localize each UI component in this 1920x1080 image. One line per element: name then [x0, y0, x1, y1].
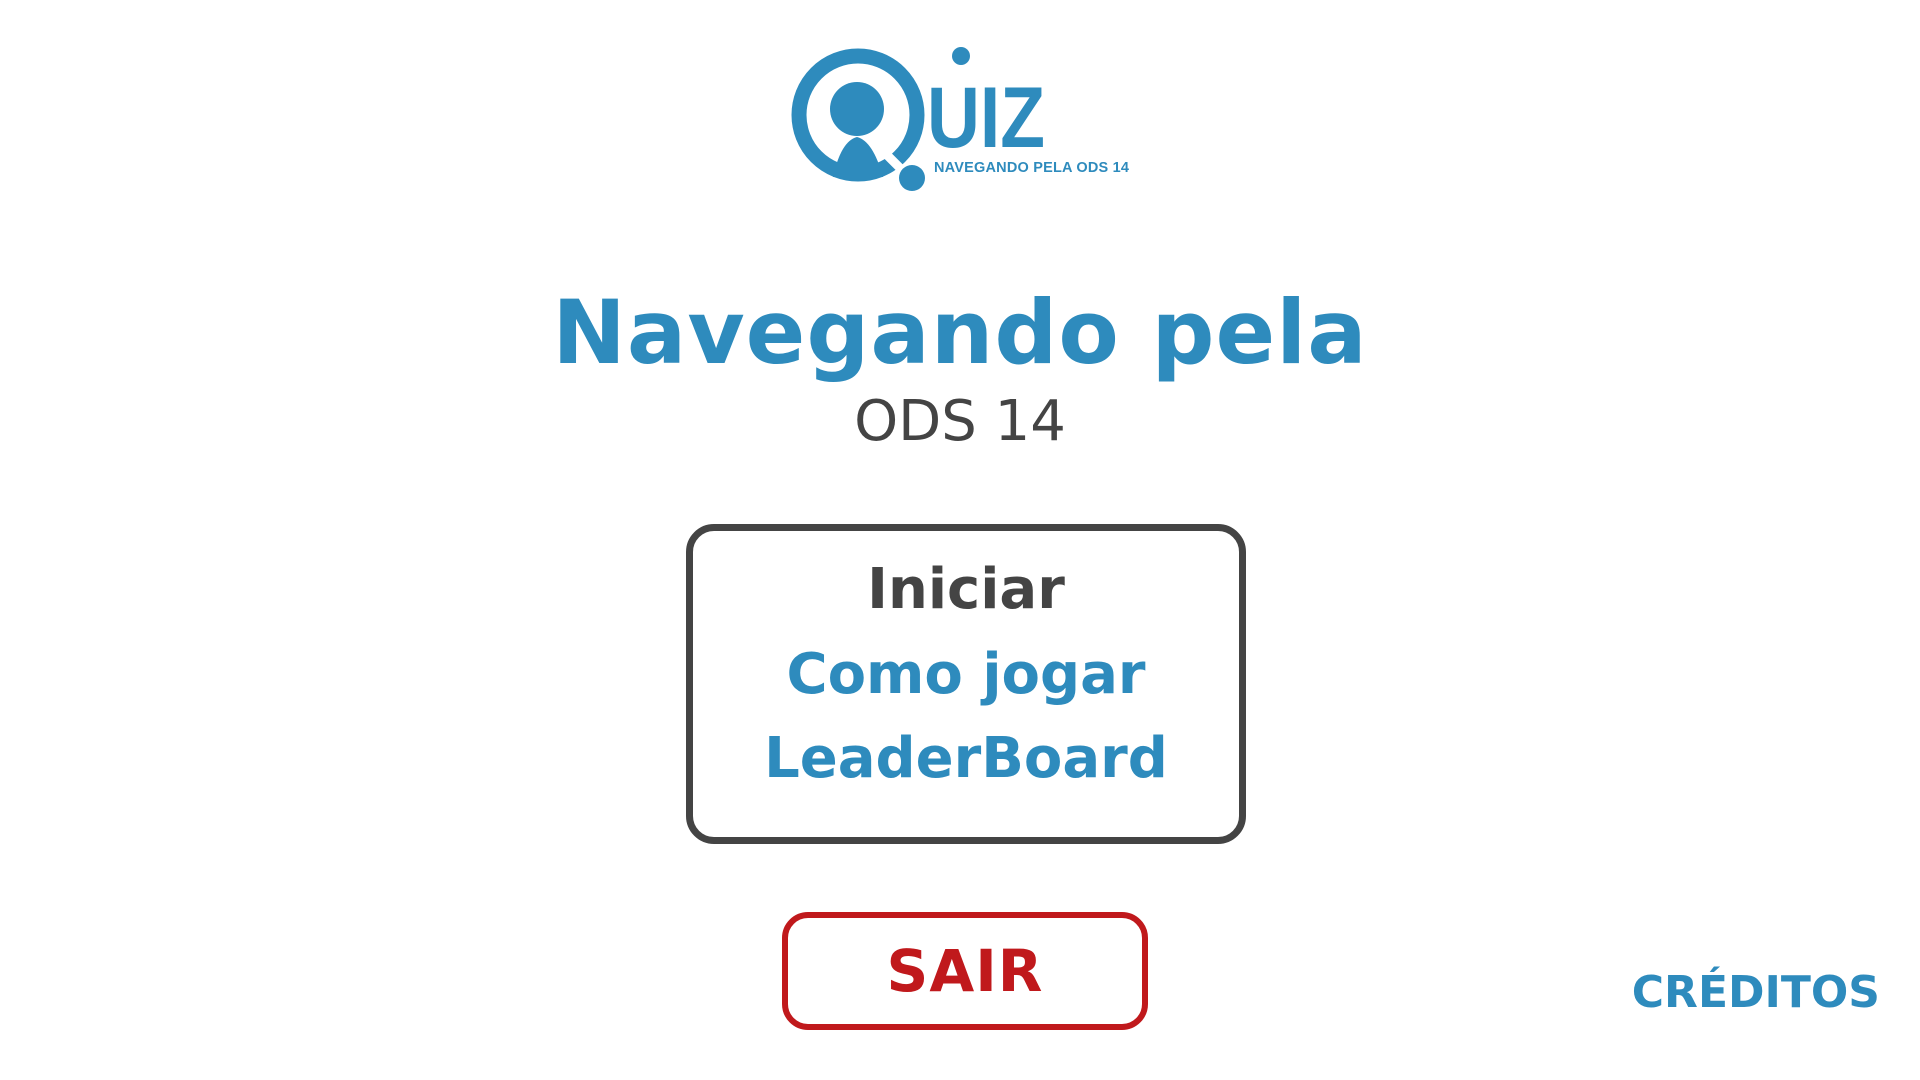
- start-button[interactable]: Iniciar: [693, 557, 1239, 623]
- page-title: Navegando pela: [552, 281, 1368, 384]
- logo-subtitle: NAVEGANDO PELA ODS 14: [934, 160, 1130, 176]
- exit-label: SAIR: [886, 937, 1044, 1005]
- exit-button[interactable]: SAIR: [782, 912, 1148, 1030]
- quiz-logo: UIZ NAVEGANDO PELA ODS 14: [785, 45, 1145, 195]
- leaderboard-button[interactable]: LeaderBoard: [693, 726, 1239, 792]
- logo-letters: UIZ: [927, 70, 1045, 166]
- credits-button[interactable]: CRÉDITOS: [1632, 967, 1880, 1019]
- main-menu: Iniciar Como jogar LeaderBoard: [686, 524, 1246, 844]
- page-subtitle: ODS 14: [854, 389, 1066, 454]
- how-to-play-button[interactable]: Como jogar: [693, 642, 1239, 708]
